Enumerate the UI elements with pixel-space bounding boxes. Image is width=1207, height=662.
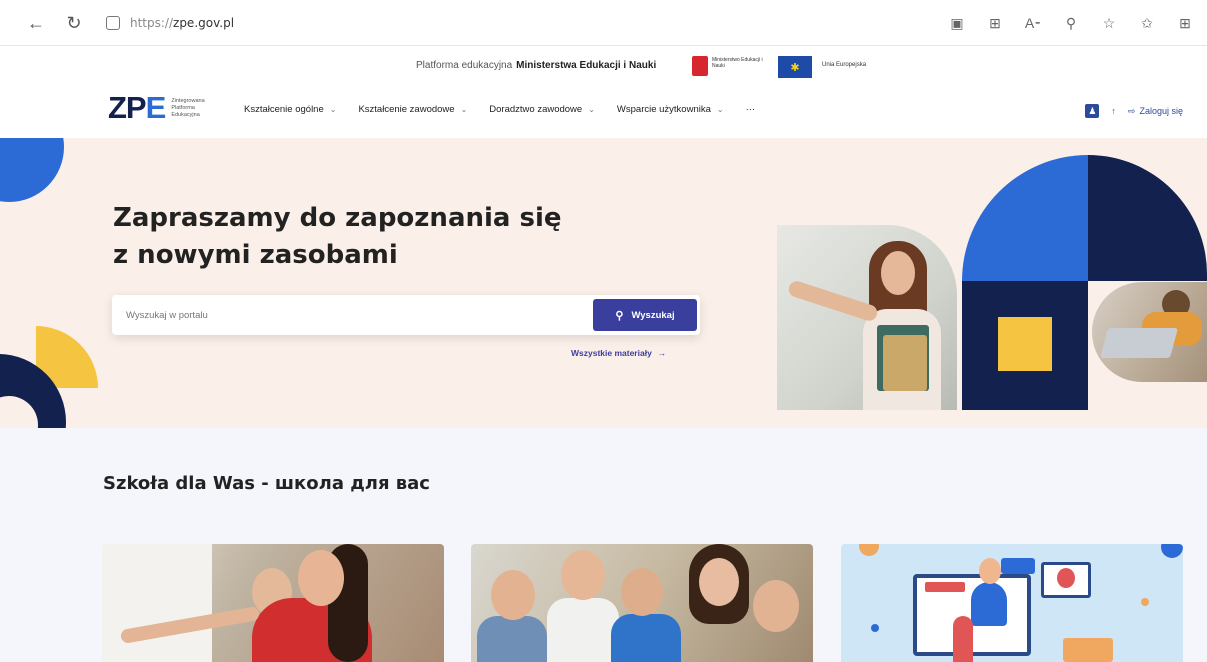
card-image-detail [561,550,605,600]
hero-section: Zapraszamy do zapoznania się z nowymi za… [0,138,1207,428]
logo-letter-e: E [145,90,167,125]
nav-label: Kształcenie ogólne [244,104,324,115]
site-header: Platforma edukacyjna Ministerstwa Edukac… [0,46,1207,138]
card-image-detail [102,544,212,662]
nav-general-education[interactable]: Kształcenie ogólne ⌄ [244,104,336,115]
card-image-detail [979,558,1001,584]
nav-label: Doradztwo zawodowe [489,104,583,115]
chevron-down-icon: ⌄ [460,105,468,114]
login-icon: ⇨ [1127,105,1136,116]
logo-mark: ZPE [108,90,167,126]
card-image-detail [491,570,535,620]
card-image-detail [699,558,739,606]
search-button-label: Wyszukaj [631,309,675,321]
nav-label: Kształcenie zawodowe [358,104,455,115]
reload-icon[interactable]: ↻ [60,9,88,37]
eu-label: Unia Europejska [822,62,867,68]
eu-flag-icon: ✱ [778,56,812,78]
card-image-detail [611,614,681,662]
nav-more-button[interactable]: ··· [746,104,756,115]
zoom-icon[interactable]: ⚲ [1061,9,1081,37]
all-materials-link[interactable]: Wszystkie materiały → [571,348,666,358]
card-image-detail [971,582,1007,626]
ministry-prefix: Platforma edukacyjna [416,60,513,71]
photo-detail [1099,328,1179,358]
login-button[interactable]: ⇨ Zaloguj się [1128,106,1183,117]
section-title: Szkoła dla Was - школа для вас [103,473,430,494]
hero-title: Zapraszamy do zapoznania się z nowymi za… [113,200,562,274]
search-box: ⚲ Wyszukaj [112,295,700,335]
logo-subtitle: Zintegrowana Platforma Edukacyjna [171,97,205,118]
reader-icon[interactable]: ▣ [947,9,967,37]
search-icon: ⚲ [615,309,624,322]
photo-detail [881,251,915,295]
resource-card[interactable] [841,544,1183,662]
address-bar[interactable]: https:// zpe.gov.pl [100,10,940,36]
back-arrow-icon[interactable]: ← [22,9,50,37]
url-protocol: https:// [130,16,174,30]
card-image-detail [547,598,619,662]
card-image-detail [1057,568,1075,588]
font-size-icon[interactable]: ↑ [1111,106,1116,116]
card-image-detail [925,582,965,592]
card-image-detail [477,616,547,662]
ministry-line: Platforma edukacyjna Ministerstwa Edukac… [416,60,656,71]
card-image-detail [859,544,879,556]
card-image-detail [298,550,344,606]
zpe-logo[interactable]: ZPE Zintegrowana Platforma Edukacyjna [108,90,211,126]
browser-actions: ▣ ⊞ A⁃ ⚲ ☆ ✩ ⊞ [947,9,1195,37]
ministry-name: Ministerstwa Edukacji i Nauki [516,60,657,71]
chevron-down-icon: ⌄ [329,105,337,114]
page-info-icon[interactable] [106,16,120,30]
header-actions: ♟ ↑ ⇨ Zaloguj się [1085,104,1183,118]
card-image-detail [1141,598,1149,606]
read-aloud-icon[interactable]: A⁃ [1023,9,1043,37]
nav-vocational-education[interactable]: Kształcenie zawodowe ⌄ [358,104,467,115]
main-nav: Kształcenie ogólne ⌄ Kształcenie zawodow… [244,104,755,115]
arrow-right-icon: → [657,348,667,358]
school-for-you-section: Szkoła dla Was - школа для вас [0,428,1207,662]
chevron-down-icon: ⌄ [716,105,724,114]
collections-icon[interactable]: ⊞ [1175,9,1195,37]
browser-toolbar: ← ↻ https:// zpe.gov.pl ▣ ⊞ A⁃ ⚲ ☆ ✩ ⊞ [0,0,1207,46]
all-materials-label: Wszystkie materiały [571,348,652,358]
card-image-detail [1161,544,1183,558]
decorative-circle-blue [0,138,64,202]
hero-title-line2: z nowymi zasobami [113,240,398,270]
card-image-detail [1063,638,1113,662]
nav-label: Wsparcie użytkownika [616,104,711,115]
login-label: Zaloguj się [1139,106,1183,116]
card-image-detail [953,616,973,662]
search-input[interactable] [126,303,586,327]
hero-photo-student [1092,282,1207,382]
poland-emblem-icon [692,56,708,76]
resource-card[interactable] [102,544,444,662]
search-button[interactable]: ⚲ Wyszukaj [593,299,697,331]
geo-shape [1088,155,1207,281]
resource-card[interactable] [471,544,813,662]
nav-career-counseling[interactable]: Doradztwo zawodowe ⌄ [489,104,595,115]
nav-user-support[interactable]: Wsparcie użytkownika ⌄ [617,104,724,115]
favorites-icon[interactable]: ✩ [1137,9,1157,37]
geo-shape [998,317,1052,371]
card-image-detail [1001,558,1035,574]
more-label: ··· [745,104,756,115]
url-host: zpe.gov.pl [173,16,235,30]
add-favorite-icon[interactable]: ☆ [1099,9,1119,37]
photo-detail [883,335,927,391]
accessibility-icon[interactable]: ♟ [1085,104,1100,118]
apps-icon[interactable]: ⊞ [985,9,1005,37]
hero-title-line1: Zapraszamy do zapoznania się [113,203,562,233]
hero-photo-teacher [777,225,957,410]
logo-letters: ZP [108,90,147,125]
card-image-detail [621,568,663,616]
card-image-detail [753,580,799,632]
geo-shape [962,155,1088,281]
emblem-label: Ministerstwo Edukacji i Nauki [712,57,763,69]
chevron-down-icon: ⌄ [588,105,595,114]
card-image-detail [871,624,879,632]
